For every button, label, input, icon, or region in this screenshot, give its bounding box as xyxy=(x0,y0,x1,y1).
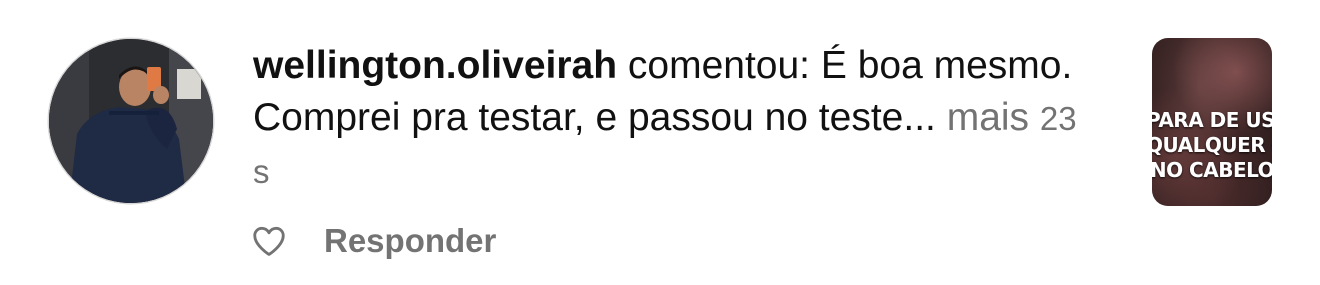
comment-action: comentou: xyxy=(627,44,810,87)
thumbnail-caption-line: PARA DE USAR xyxy=(1152,108,1272,132)
reply-button[interactable]: Responder xyxy=(324,222,496,260)
more-link[interactable]: mais xyxy=(947,96,1029,139)
thumbnail-caption-line: QUALQUER COISA xyxy=(1152,133,1272,157)
heart-outline-icon[interactable] xyxy=(250,222,288,260)
thumbnail-caption-line: NO CABELO xyxy=(1152,158,1272,182)
avatar-photo xyxy=(49,39,213,203)
comment-username[interactable]: wellington.oliveirah xyxy=(253,44,617,87)
comment-actions: Responder xyxy=(250,222,496,260)
comment-text: wellington.oliveirah comentou: É boa mes… xyxy=(253,40,1093,198)
thumbnail-caption: PARA DE USAR QUALQUER COISA NO CABELO xyxy=(1152,108,1272,183)
post-thumbnail[interactable]: PARA DE USAR QUALQUER COISA NO CABELO xyxy=(1152,38,1272,206)
avatar[interactable] xyxy=(49,39,213,203)
